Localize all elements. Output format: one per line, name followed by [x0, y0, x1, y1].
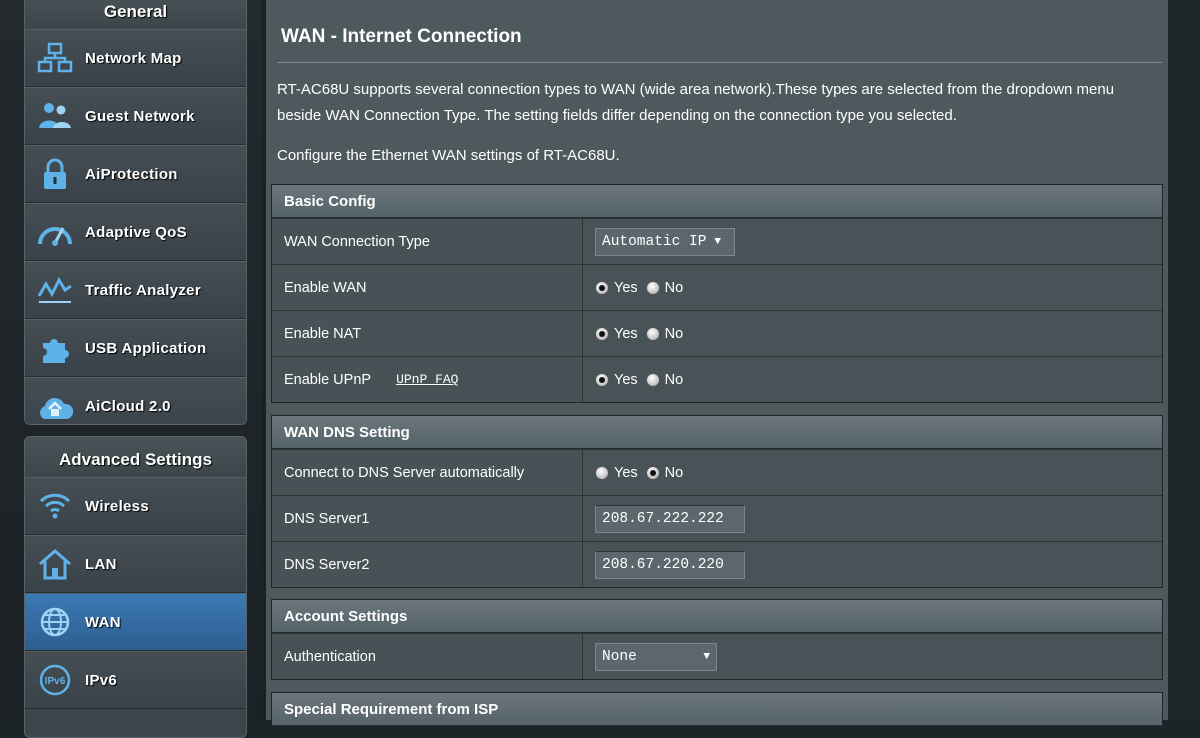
dropdown-arrow-icon: ▼: [703, 650, 710, 663]
sidebar-item-label: LAN: [85, 555, 117, 573]
sidebar-item-label: Traffic Analyzer: [85, 281, 201, 299]
field-label: Enable WAN: [272, 265, 583, 310]
sidebar-item-guest-network[interactable]: Guest Network: [25, 87, 246, 145]
svg-text:IPv6: IPv6: [45, 676, 66, 687]
sidebar-item-label: Wireless: [85, 497, 149, 515]
lock-icon: [33, 154, 77, 194]
sidebar-item-traffic-analyzer[interactable]: Traffic Analyzer: [25, 261, 246, 319]
dns-server2-input[interactable]: 208.67.220.220: [595, 550, 745, 579]
general-menu: General Network Map Guest Network AiProt…: [24, 0, 247, 425]
cloud-home-icon: [33, 386, 77, 424]
sidebar-item-label: AiProtection: [85, 165, 178, 183]
dns-server2-row: DNS Server2 208.67.220.220: [272, 541, 1162, 587]
dns-auto-no-radio[interactable]: [645, 465, 660, 480]
enable-upnp-no-radio[interactable]: [645, 372, 660, 387]
guest-network-icon: [33, 96, 77, 136]
radio-label: No: [664, 279, 684, 296]
select-value: Automatic IP: [602, 233, 707, 250]
enable-wan-row: Enable WAN Yes No: [272, 264, 1162, 310]
sidebar-item-aiprotection[interactable]: AiProtection: [25, 145, 246, 203]
section-heading: Account Settings: [272, 600, 1162, 633]
speedometer-icon: [33, 212, 77, 252]
sidebar: General Network Map Guest Network AiProt…: [0, 0, 262, 738]
field-label: DNS Server1: [272, 496, 583, 541]
section-heading: Special Requirement from ISP: [272, 693, 1162, 726]
advanced-menu: Advanced Settings Wireless LAN WAN IPv6 …: [24, 436, 247, 738]
dropdown-arrow-icon: ▼: [714, 235, 722, 248]
basic-config-section: Basic Config WAN Connection Type Automat…: [271, 184, 1163, 403]
sidebar-item-wan[interactable]: WAN: [25, 593, 246, 651]
page-title: WAN - Internet Connection: [281, 26, 522, 47]
sidebar-item-aicloud[interactable]: AiCloud 2.0: [25, 377, 246, 424]
special-requirement-section: Special Requirement from ISP: [271, 692, 1163, 727]
network-map-icon: [33, 38, 77, 78]
field-label: Enable UPnP: [284, 371, 372, 388]
traffic-chart-icon: [33, 270, 77, 310]
sidebar-item-lan[interactable]: LAN: [25, 535, 246, 593]
enable-upnp-yes-radio[interactable]: [595, 372, 609, 387]
sidebar-item-ipv6[interactable]: IPv6 IPv6: [25, 651, 246, 709]
globe-icon: [33, 602, 77, 642]
dns-auto-yes-radio[interactable]: [595, 465, 609, 480]
field-label: Enable NAT: [272, 311, 583, 356]
wifi-icon: [33, 486, 77, 526]
radio-label: Yes: [614, 325, 638, 342]
upnp-faq-link[interactable]: UPnP FAQ: [396, 372, 458, 387]
sidebar-item-label: AiCloud 2.0: [85, 397, 171, 415]
sidebar-item-label: IPv6: [85, 671, 118, 689]
ipv6-icon: IPv6: [33, 660, 77, 700]
title-divider: [277, 62, 1162, 63]
sidebar-item-label: Guest Network: [85, 107, 195, 125]
select-value: None: [602, 648, 637, 665]
enable-wan-no-radio[interactable]: [645, 280, 660, 295]
radio-label: Yes: [614, 279, 638, 296]
puzzle-icon: [33, 328, 77, 368]
radio-label: Yes: [614, 371, 638, 388]
sidebar-item-wireless[interactable]: Wireless: [25, 477, 246, 535]
enable-nat-no-radio[interactable]: [645, 326, 660, 341]
advanced-heading: Advanced Settings: [25, 437, 246, 477]
field-label: DNS Server2: [272, 542, 583, 587]
page-description: RT-AC68U supports several connection typ…: [277, 81, 1115, 124]
sidebar-item-label: USB Application: [85, 339, 207, 357]
section-heading: Basic Config: [272, 185, 1162, 218]
enable-nat-yes-radio[interactable]: [595, 326, 609, 341]
sidebar-item-label: Network Map: [85, 49, 182, 67]
section-heading: WAN DNS Setting: [272, 416, 1162, 449]
enable-wan-yes-radio[interactable]: [595, 280, 609, 295]
main-panel: WAN - Internet Connection RT-AC68U suppo…: [262, 0, 1172, 727]
wan-dns-section: WAN DNS Setting Connect to DNS Server au…: [271, 415, 1163, 588]
authentication-select[interactable]: None ▼: [595, 642, 717, 671]
sidebar-item-usb-application[interactable]: USB Application: [25, 319, 246, 377]
account-settings-section: Account Settings Authentication None ▼: [271, 599, 1163, 680]
right-rail: [1168, 0, 1200, 720]
authentication-row: Authentication None ▼: [272, 633, 1162, 679]
radio-label: No: [664, 325, 684, 342]
field-label: Connect to DNS Server automatically: [272, 450, 583, 495]
wan-connection-type-row: WAN Connection Type Automatic IP ▼: [272, 218, 1162, 264]
general-heading: General: [25, 0, 246, 29]
sidebar-item-label: WAN: [85, 613, 121, 631]
radio-label: Yes: [614, 464, 638, 481]
home-icon: [33, 544, 77, 584]
field-label-cell: Enable UPnP UPnP FAQ: [272, 357, 583, 402]
dns-auto-row: Connect to DNS Server automatically Yes …: [272, 449, 1162, 495]
field-label: WAN Connection Type: [272, 219, 583, 264]
enable-nat-row: Enable NAT Yes No: [272, 310, 1162, 356]
configure-text: Configure the Ethernet WAN settings of R…: [277, 147, 620, 164]
dns-server1-input[interactable]: 208.67.222.222: [595, 504, 745, 533]
dns-server1-row: DNS Server1 208.67.222.222: [272, 495, 1162, 541]
field-label: Authentication: [272, 634, 583, 679]
radio-label: No: [664, 464, 684, 481]
sidebar-item-network-map[interactable]: Network Map: [25, 29, 246, 87]
enable-upnp-row: Enable UPnP UPnP FAQ Yes No: [272, 356, 1162, 402]
radio-label: No: [664, 371, 684, 388]
wan-connection-type-select[interactable]: Automatic IP ▼: [595, 227, 735, 256]
sidebar-item-label: Adaptive QoS: [85, 223, 187, 241]
sidebar-item-adaptive-qos[interactable]: Adaptive QoS: [25, 203, 246, 261]
